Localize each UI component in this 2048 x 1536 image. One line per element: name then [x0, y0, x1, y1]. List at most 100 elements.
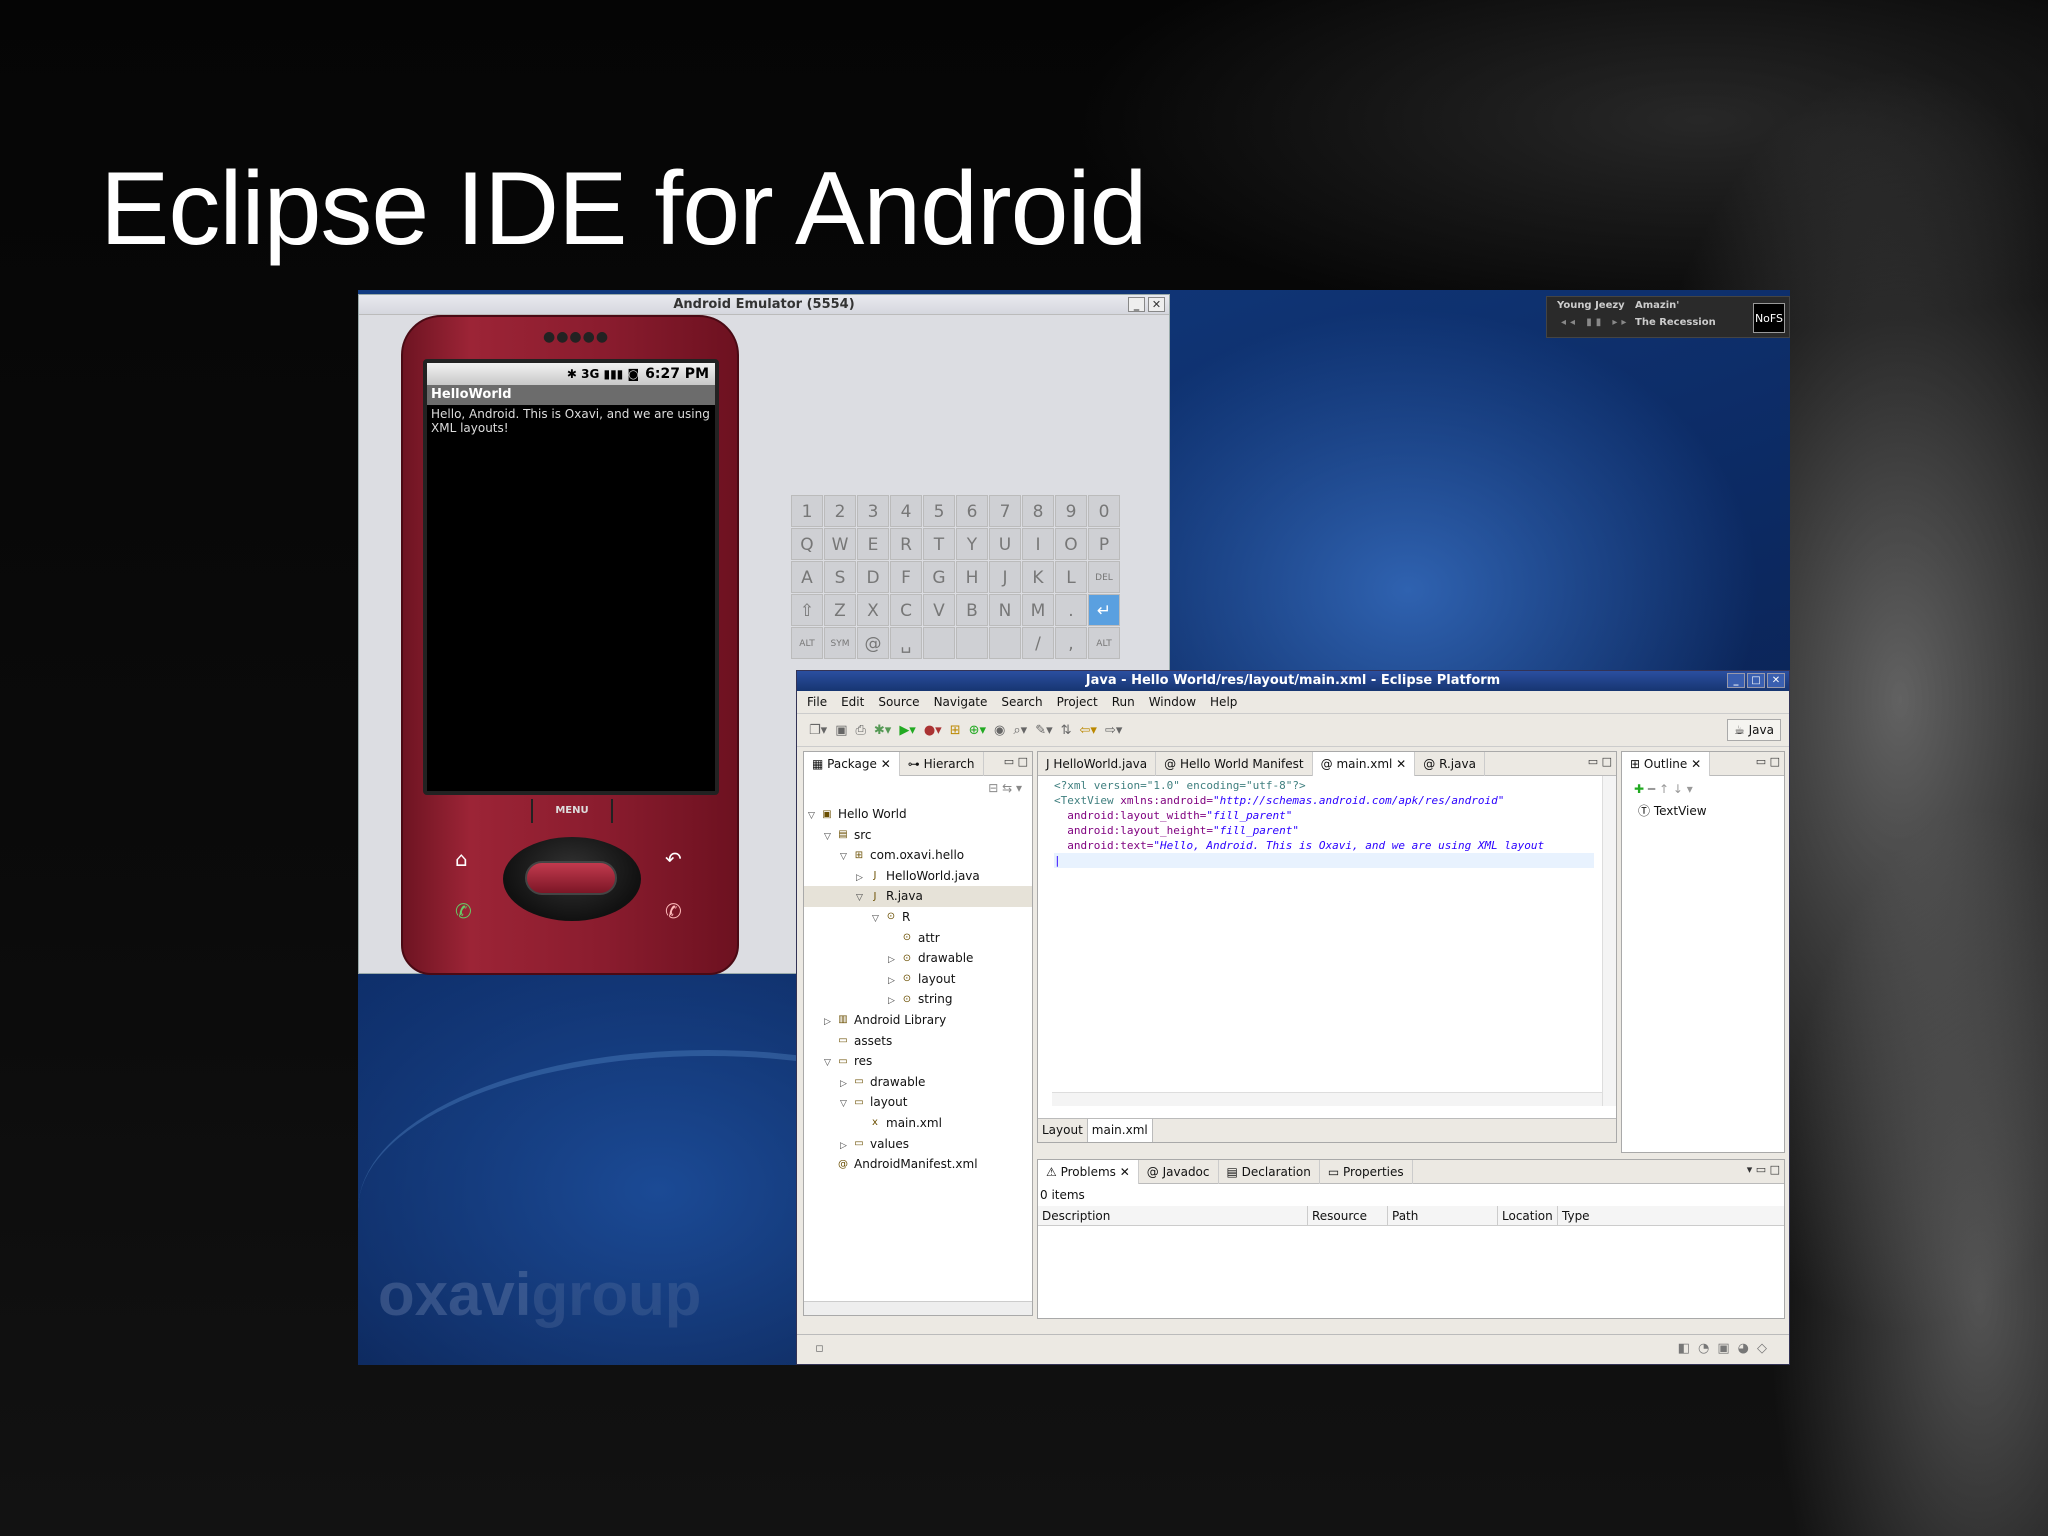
outline-down-icon[interactable]: ↓: [1673, 782, 1683, 796]
col-path[interactable]: Path: [1388, 1206, 1498, 1225]
key[interactable]: .: [1055, 594, 1087, 626]
outline-minmax-icon[interactable]: ▭ □: [1756, 755, 1780, 768]
key[interactable]: O: [1055, 528, 1087, 560]
key[interactable]: ALT: [791, 627, 823, 659]
new-package-icon[interactable]: ⊞: [950, 723, 961, 738]
col-resource[interactable]: Resource: [1308, 1206, 1388, 1225]
link-editor-icon[interactable]: ⇆: [1002, 781, 1012, 795]
eclipse-maximize-button[interactable]: □: [1747, 673, 1765, 688]
key[interactable]: S: [824, 561, 856, 593]
tree-item[interactable]: x main.xml: [804, 1113, 1032, 1134]
menu-file[interactable]: File: [807, 691, 827, 713]
task-icon[interactable]: ✎▾: [1035, 723, 1052, 738]
tree-item[interactable]: ▽ ⊞ com.oxavi.hello: [804, 845, 1032, 866]
key[interactable]: P: [1088, 528, 1120, 560]
key[interactable]: K: [1022, 561, 1054, 593]
tab-layout[interactable]: Layout: [1038, 1119, 1088, 1142]
tree-twisty-icon[interactable]: ▷: [840, 1136, 852, 1157]
eclipse-close-button[interactable]: ✕: [1767, 673, 1785, 688]
menu-project[interactable]: Project: [1057, 691, 1098, 713]
home-icon[interactable]: ⌂: [455, 847, 468, 871]
key[interactable]: 6: [956, 495, 988, 527]
key[interactable]: 0: [1088, 495, 1120, 527]
menu-search[interactable]: Search: [1001, 691, 1042, 713]
run-icon[interactable]: ▶▾: [899, 723, 916, 738]
key[interactable]: W: [824, 528, 856, 560]
key[interactable]: [989, 627, 1021, 659]
outline-item[interactable]: Ⓣ TextView: [1622, 802, 1784, 820]
tab-package[interactable]: ▦ Package ✕: [804, 751, 900, 776]
menu-window[interactable]: Window: [1149, 691, 1196, 713]
tree-twisty-icon[interactable]: ▽: [824, 827, 836, 848]
key[interactable]: C: [890, 594, 922, 626]
tree-twisty-icon[interactable]: ▷: [824, 1012, 836, 1033]
tree-twisty-icon[interactable]: ▽: [824, 1053, 836, 1074]
key[interactable]: 5: [923, 495, 955, 527]
tree-item[interactable]: ▽ ▭ res: [804, 1051, 1032, 1072]
key[interactable]: J: [989, 561, 1021, 593]
key[interactable]: Q: [791, 528, 823, 560]
key[interactable]: 7: [989, 495, 1021, 527]
outline-remove-icon[interactable]: ━: [1648, 782, 1655, 796]
key[interactable]: ␣: [890, 627, 922, 659]
tree-twisty-icon[interactable]: ▽: [872, 909, 884, 930]
trackball-center[interactable]: [525, 861, 617, 895]
collapse-all-icon[interactable]: ⊟: [988, 781, 998, 795]
tree-item[interactable]: ▽ ▣ Hello World: [804, 804, 1032, 825]
external-tools-icon[interactable]: ●▾: [924, 723, 942, 738]
tree-item[interactable]: ▷ ▭ values: [804, 1134, 1032, 1155]
key[interactable]: ,: [1055, 627, 1087, 659]
key[interactable]: N: [989, 594, 1021, 626]
code-editor[interactable]: <?xml version="1.0" encoding="utf-8"?> <…: [1038, 776, 1616, 1106]
problems-minmax-icon[interactable]: ▾ ▭ □: [1747, 1163, 1780, 1176]
close-button[interactable]: ✕: [1148, 297, 1165, 312]
key[interactable]: D: [857, 561, 889, 593]
key[interactable]: B: [956, 594, 988, 626]
tree-twisty-icon[interactable]: ▷: [888, 950, 900, 971]
tree-twisty-icon[interactable]: ▽: [808, 806, 820, 827]
tree-twisty-icon[interactable]: ▽: [856, 888, 868, 909]
key[interactable]: L: [1055, 561, 1087, 593]
key[interactable]: [923, 627, 955, 659]
key[interactable]: 8: [1022, 495, 1054, 527]
outline-up-icon[interactable]: ↑: [1659, 782, 1669, 796]
new-class-icon[interactable]: ⊕▾: [969, 723, 986, 738]
status-tray-icons[interactable]: ◧◔▣◕◇: [1678, 1341, 1775, 1356]
key[interactable]: 2: [824, 495, 856, 527]
java-perspective-button[interactable]: ☕ Java: [1727, 719, 1781, 741]
col-location[interactable]: Location: [1498, 1206, 1558, 1225]
tree-item[interactable]: ▽ J R.java: [804, 886, 1032, 907]
key[interactable]: X: [857, 594, 889, 626]
key[interactable]: F: [890, 561, 922, 593]
minimize-button[interactable]: _: [1128, 297, 1145, 312]
key[interactable]: M: [1022, 594, 1054, 626]
key[interactable]: ⇧: [791, 594, 823, 626]
tree-item[interactable]: ▷ ⊙ drawable: [804, 948, 1032, 969]
trackball[interactable]: [503, 837, 641, 921]
tree-item[interactable]: ▽ ⊙ R: [804, 907, 1032, 928]
print-icon[interactable]: ⎙: [855, 723, 865, 738]
tree-twisty-icon[interactable]: ▷: [840, 1074, 852, 1095]
key[interactable]: 4: [890, 495, 922, 527]
tab-hierarchy[interactable]: ⊶ Hierarch: [900, 751, 984, 776]
music-controls[interactable]: ◂◂ ▮▮ ▸▸: [1561, 317, 1630, 328]
call-icon[interactable]: ✆: [455, 899, 472, 923]
search-icon[interactable]: ⌕▾: [1013, 723, 1027, 738]
annotation-icon[interactable]: ⇅: [1061, 723, 1072, 738]
fast-view-icon[interactable]: ▫: [815, 1341, 824, 1356]
key[interactable]: 9: [1055, 495, 1087, 527]
key[interactable]: I: [1022, 528, 1054, 560]
menu-run[interactable]: Run: [1112, 691, 1135, 713]
key[interactable]: SYM: [824, 627, 856, 659]
tab-declaration[interactable]: ▤ Declaration: [1219, 1159, 1320, 1184]
tree-item[interactable]: ▷ ⊙ string: [804, 989, 1032, 1010]
outline-add-icon[interactable]: ✚: [1634, 782, 1644, 796]
emulator-titlebar[interactable]: Android Emulator (5554) _ ✕: [359, 295, 1169, 315]
tree-item[interactable]: ▷ ▥ Android Library: [804, 1010, 1032, 1031]
tree-item[interactable]: ⊙ attr: [804, 928, 1032, 949]
view-menu-icon[interactable]: ▾: [1016, 781, 1022, 795]
editor-vertical-scrollbar[interactable]: [1602, 776, 1616, 1106]
forward-nav-icon[interactable]: ⇨▾: [1105, 723, 1122, 738]
tree-item[interactable]: @ AndroidManifest.xml: [804, 1154, 1032, 1175]
menu-source[interactable]: Source: [878, 691, 919, 713]
